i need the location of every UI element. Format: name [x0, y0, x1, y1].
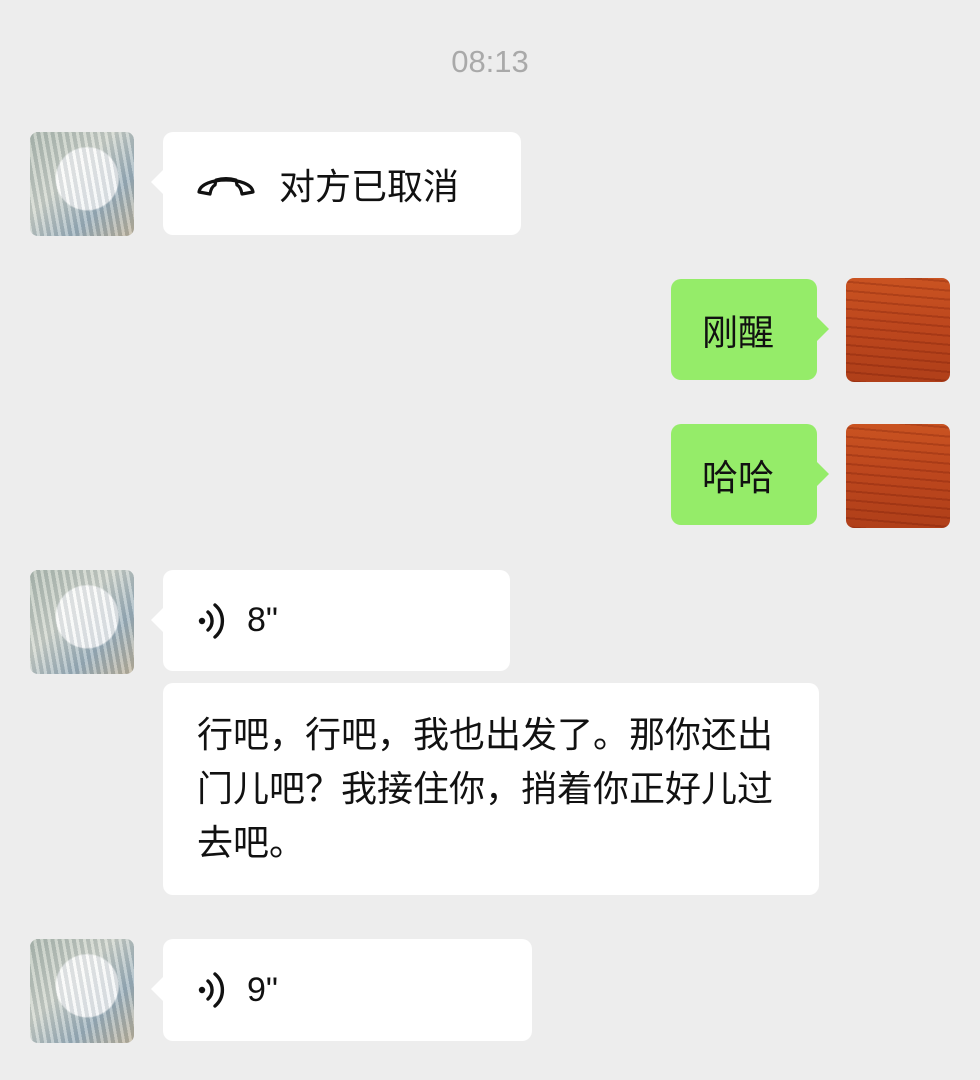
self-avatar[interactable] — [846, 424, 950, 528]
contact-avatar[interactable] — [30, 132, 134, 236]
contact-avatar[interactable] — [30, 939, 134, 1043]
voice-message-bubble[interactable]: 9" — [151, 939, 532, 1041]
timestamp: 08:13 — [451, 44, 529, 79]
message-text: 刚醒 — [702, 312, 775, 354]
incoming-text-bubble[interactable]: 行吧，行吧，我也出发了。那你还出门儿吧？我接住你，捎着你正好儿过去吧。 — [163, 683, 819, 895]
message-text: 行吧，行吧，我也出发了。那你还出门儿吧？我接住你，捎着你正好儿过去吧。 — [197, 715, 774, 864]
call-cancelled-bubble[interactable]: 对方已取消 — [151, 132, 521, 235]
voice-message-bubble[interactable]: 8" — [151, 570, 510, 671]
voice-duration: 8" — [247, 601, 278, 639]
outgoing-text-bubble[interactable]: 刚醒 — [671, 279, 829, 380]
voice-wave-icon — [198, 602, 225, 639]
contact-avatar[interactable] — [30, 570, 134, 674]
outgoing-text-bubble[interactable]: 哈哈 — [671, 424, 829, 525]
voice-duration: 9" — [247, 970, 278, 1009]
voice-wave-icon — [198, 972, 225, 1008]
hang-up-phone-icon — [197, 176, 255, 196]
message-text: 哈哈 — [702, 457, 775, 499]
self-avatar[interactable] — [846, 278, 950, 382]
call-status-text: 对方已取消 — [279, 166, 460, 208]
